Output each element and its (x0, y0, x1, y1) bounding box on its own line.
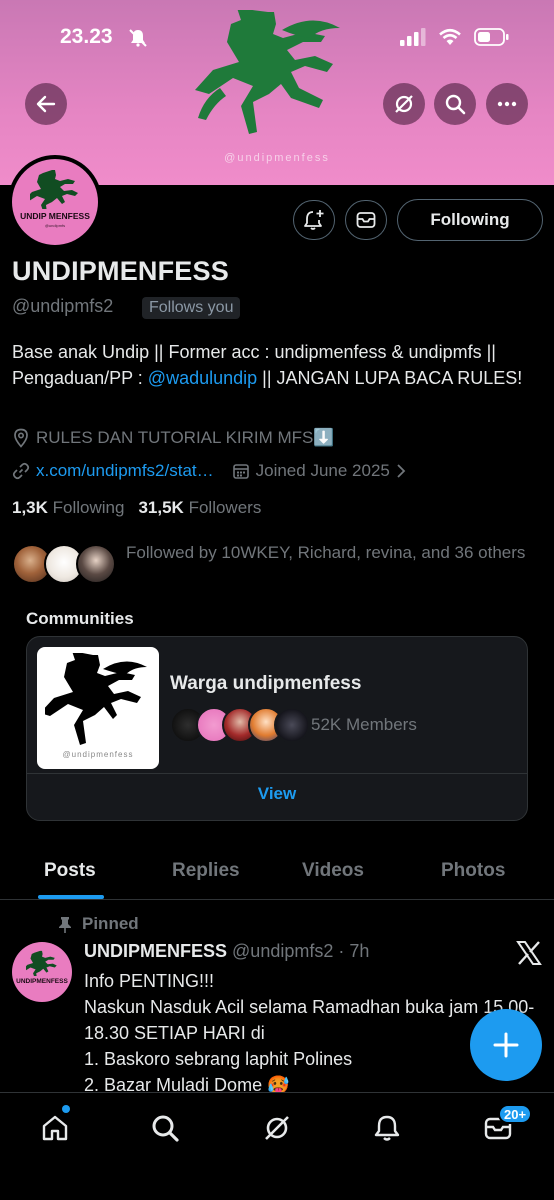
compose-post-button[interactable] (470, 1009, 542, 1081)
wifi-icon (439, 28, 461, 45)
grok-icon (395, 95, 413, 113)
website-link[interactable]: x.com/undipmfs2/stat… (36, 461, 214, 481)
chevron-right-icon (397, 464, 406, 478)
tab-videos[interactable]: Videos (302, 860, 364, 882)
search-icon (445, 94, 466, 115)
nav-grok[interactable] (260, 1111, 294, 1145)
member-avatar (274, 707, 310, 743)
messages-badge: 20+ (498, 1104, 533, 1124)
avatar-title: UNDIP MENFESS (20, 211, 90, 221)
post-author-avatar[interactable]: UNDIPMENFESS (12, 942, 72, 1002)
follow-stats: 1,3K Following 31,5K Followers (12, 498, 261, 518)
pinned-label-row: Pinned (56, 914, 139, 934)
home-icon (42, 1115, 68, 1141)
pin-icon (59, 917, 71, 933)
envelope-icon (356, 212, 376, 228)
community-member-count: 52K Members (311, 715, 417, 734)
silent-bell-icon (129, 29, 147, 47)
following-button[interactable]: Following (397, 199, 543, 241)
followed-by-avatars[interactable] (12, 540, 116, 588)
x-logo-icon (516, 941, 542, 965)
following-count: 1,3K (12, 498, 48, 517)
follower-avatar (76, 544, 116, 584)
bio-text-end: || JANGAN LUPA BACA RULES! (257, 368, 523, 388)
cellular-signal-icon (400, 28, 426, 46)
joined-date[interactable]: Joined June 2025 (256, 461, 390, 481)
status-time: 23.23 (60, 25, 113, 48)
bell-icon (374, 1115, 400, 1141)
active-tab-indicator (38, 895, 104, 899)
horse-logo-icon (30, 170, 78, 209)
grok-button[interactable] (383, 83, 425, 125)
communities-heading: Communities (26, 609, 134, 628)
follows-you-badge: Follows you (142, 297, 241, 319)
community-member-avatars (170, 707, 310, 745)
tab-replies[interactable]: Replies (172, 860, 240, 882)
grok-icon (265, 1116, 289, 1140)
nav-home[interactable] (38, 1111, 72, 1145)
avatar-subtitle: @undipmfs (44, 223, 66, 228)
followers-stat[interactable]: 31,5K Followers (138, 498, 261, 518)
post-line: Info PENTING!!! (84, 971, 215, 991)
nav-notifications[interactable] (370, 1111, 404, 1145)
following-stat[interactable]: 1,3K Following (12, 498, 124, 518)
battery-icon (474, 28, 509, 46)
status-icons (400, 27, 510, 47)
community-image: @undipmenfess (37, 647, 159, 769)
followed-by-text[interactable]: Followed by 10WKEY, Richard, revina, and… (126, 540, 526, 566)
community-card[interactable]: @undipmenfess Warga undipmenfess 52K Mem… (26, 636, 528, 821)
calendar-icon (232, 464, 249, 479)
horse-rider-illustration (195, 10, 340, 134)
location-pin-icon (14, 428, 28, 448)
profile-tabs: Posts Replies Videos Photos (0, 848, 554, 900)
website-joined-row: x.com/undipmfs2/stat… Joined June 2025 (12, 461, 412, 481)
bio-mention-link[interactable]: @wadulundip (148, 368, 257, 388)
post-author-name[interactable]: UNDIPMENFESS (84, 941, 227, 961)
horse-silhouette-image (45, 653, 147, 745)
community-name[interactable]: Warga undipmenfess (170, 673, 361, 695)
divider (27, 773, 527, 774)
username-handle: @undipmfs2 (12, 296, 114, 316)
more-dots-icon (497, 101, 517, 107)
followers-count: 31,5K (138, 498, 184, 517)
more-options-button[interactable] (486, 83, 528, 125)
tab-posts[interactable]: Posts (44, 860, 96, 882)
location-text: RULES DAN TUTORIAL KIRIM MFS⬇️ (36, 428, 335, 447)
notifications-subscribe-button[interactable] (293, 200, 335, 240)
pinned-label: Pinned (82, 914, 139, 933)
profile-avatar[interactable]: UNDIP MENFESS @undipmfs (8, 155, 102, 249)
bottom-navigation: 20+ (0, 1092, 554, 1200)
search-button[interactable] (434, 83, 476, 125)
banner-watermark: @undipmenfess (224, 152, 330, 164)
nav-search[interactable] (148, 1111, 182, 1145)
community-view-button[interactable]: View (27, 784, 527, 804)
post-meta: @undipmfs2 · 7h (232, 941, 370, 961)
location-row: RULES DAN TUTORIAL KIRIM MFS⬇️ (12, 428, 335, 448)
home-unread-dot (62, 1105, 70, 1113)
back-button[interactable] (25, 83, 67, 125)
tab-photos[interactable]: Photos (441, 860, 505, 882)
arrow-left-icon (36, 95, 56, 113)
display-name: UNDIPMENFESS (12, 256, 229, 286)
horse-logo-icon (26, 950, 57, 976)
bell-plus-icon (304, 210, 324, 230)
message-button[interactable] (345, 200, 387, 240)
link-icon (12, 462, 30, 480)
following-label: Following (52, 498, 125, 517)
post-header: UNDIPMENFESS @undipmfs2 · 7h (84, 941, 369, 962)
post-avatar-title: UNDIPMENFESS (16, 978, 68, 985)
profile-bio: Base anak Undip || Former acc : undipmen… (12, 339, 532, 391)
plus-icon (493, 1032, 519, 1058)
community-image-caption: @undipmenfess (62, 750, 134, 759)
followers-label: Followers (188, 498, 262, 517)
avatar-logo: UNDIP MENFESS @undipmfs (12, 159, 98, 245)
search-icon (152, 1115, 179, 1142)
